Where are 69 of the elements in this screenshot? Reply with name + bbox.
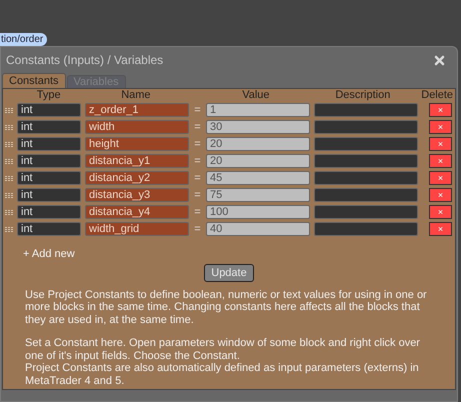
equals-sign: = (193, 188, 202, 203)
value-field[interactable]: 100 (206, 205, 310, 219)
column-header: Name (120, 89, 152, 101)
delete-button[interactable]: × (429, 103, 452, 117)
value-field[interactable]: 45 (206, 171, 310, 185)
name-field[interactable]: distancia_y3 (85, 188, 189, 202)
drag-handle-icon[interactable] (5, 176, 13, 180)
equals-sign: = (193, 222, 202, 237)
drag-handle-icon[interactable] (5, 142, 13, 146)
column-header: Delete (420, 89, 454, 101)
delete-button[interactable]: × (429, 171, 452, 185)
description-field[interactable] (314, 188, 418, 202)
name-field[interactable]: z_order_1 (85, 103, 189, 117)
column-header: Type (36, 89, 62, 101)
add-new-link[interactable]: + Add new (23, 246, 75, 262)
drag-handle-icon[interactable] (5, 210, 13, 214)
value-field[interactable]: 40 (206, 222, 310, 236)
column-header: Value (241, 89, 271, 101)
equals-sign: = (193, 120, 202, 135)
equals-sign: = (193, 136, 202, 152)
drag-handle-icon[interactable] (5, 158, 13, 164)
value-field[interactable]: 20 (206, 154, 310, 168)
description-field[interactable] (314, 205, 418, 219)
drag-handle-icon[interactable] (5, 124, 13, 130)
description-field[interactable] (314, 154, 418, 168)
value-field[interactable]: 20 (206, 137, 310, 151)
equals-sign: = (193, 204, 202, 220)
delete-button[interactable]: × (429, 205, 452, 219)
name-field[interactable]: height (85, 137, 189, 151)
value-field[interactable]: 1 (206, 103, 310, 117)
type-field[interactable]: int (17, 188, 81, 202)
value-field[interactable]: 30 (206, 120, 310, 134)
type-field[interactable]: int (17, 137, 81, 151)
type-field[interactable]: int (17, 171, 81, 185)
name-field[interactable]: distancia_y2 (85, 171, 189, 185)
delete-button[interactable]: × (429, 154, 452, 168)
name-field[interactable]: width_grid (85, 222, 189, 236)
description-field[interactable] (314, 103, 418, 117)
type-field[interactable]: int (17, 154, 81, 168)
delete-button[interactable]: × (429, 137, 452, 151)
name-field[interactable]: width (85, 120, 189, 134)
drag-handle-icon[interactable] (5, 192, 13, 198)
equals-sign: = (193, 154, 202, 169)
type-field[interactable]: int (17, 103, 81, 117)
value-field[interactable]: 75 (206, 188, 310, 202)
description-field[interactable] (314, 120, 418, 134)
description-field[interactable] (314, 137, 418, 151)
help-text: Use Project Constants to define boolean, numeric or text values for using in one or more blocks in the same time. Changing constants here affects all the blocks that they are used in, at the same time. (25, 288, 428, 326)
description-field[interactable] (314, 222, 418, 236)
name-field[interactable]: distancia_y4 (85, 205, 189, 219)
tab[interactable]: Constants (2, 73, 66, 88)
delete-button[interactable]: × (429, 120, 452, 134)
close-icon[interactable] (434, 54, 445, 66)
window-title: Constants (Inputs) / Variables (6, 52, 164, 69)
type-field[interactable]: int (17, 222, 81, 236)
column-header: Description (334, 89, 392, 101)
type-field[interactable]: int (17, 120, 81, 134)
path-tag: tion/order (0, 33, 48, 46)
drag-handle-icon[interactable] (5, 226, 13, 232)
description-field[interactable] (314, 171, 418, 185)
update-button[interactable]: Update (204, 264, 254, 282)
equals-sign: = (193, 102, 202, 118)
drag-handle-icon[interactable] (5, 108, 13, 112)
delete-button[interactable]: × (429, 222, 452, 236)
help-text: Set a Constant here. Open parameters window of some block and right click over one of it's input fields. Choose the Constant. Project Constants are also automatically defined as input parameters (externs) in MetaTrader 4 and 5. (25, 337, 421, 387)
type-field[interactable]: int (17, 205, 81, 219)
equals-sign: = (193, 170, 202, 186)
name-field[interactable]: distancia_y1 (85, 154, 189, 168)
delete-button[interactable]: × (429, 188, 452, 202)
